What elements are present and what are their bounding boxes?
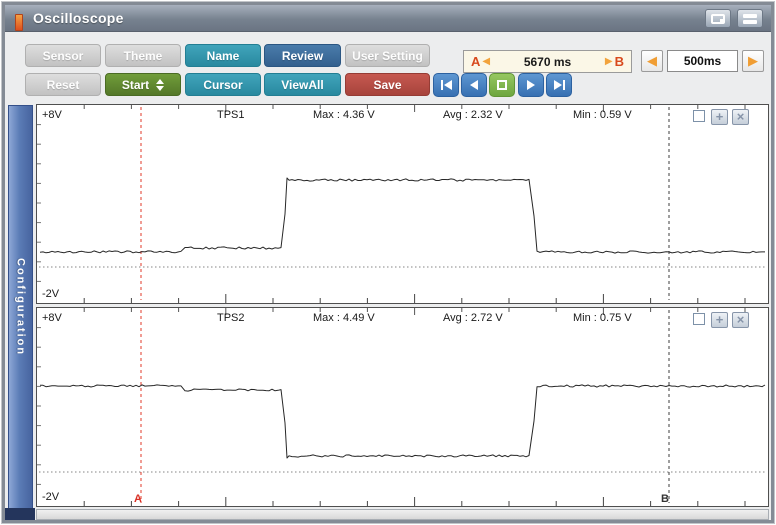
ch1-min: Min : 0.59 V — [573, 109, 632, 121]
interval-increase-button[interactable]: ▶ — [742, 50, 764, 72]
user-setting-button[interactable]: User Setting — [345, 44, 430, 67]
theme-button[interactable]: Theme — [105, 44, 181, 67]
sidebar-cap — [5, 508, 35, 520]
skip-start-button[interactable] — [433, 73, 459, 97]
step-back-button[interactable] — [461, 73, 487, 97]
ch2-avg: Avg : 2.72 V — [443, 312, 503, 324]
channel-2-panel: +8V TPS2 Max : 4.49 V Avg : 2.72 V Min :… — [36, 307, 769, 507]
name-button[interactable]: Name — [185, 44, 261, 67]
cursor-a-marker[interactable]: A — [134, 493, 142, 505]
tile-glyph — [743, 13, 757, 24]
ch2-min: Min : 0.75 V — [573, 312, 632, 324]
ch1-top-scale: +8V — [42, 109, 62, 121]
start-button[interactable]: Start — [105, 73, 181, 96]
start-button-label: Start — [121, 77, 150, 92]
channel-1-panel: +8V TPS1 Max : 4.36 V Avg : 2.32 V Min :… — [36, 104, 769, 304]
start-spinner-icon[interactable] — [156, 78, 165, 91]
ch2-zoom-button[interactable]: + — [711, 312, 728, 328]
cursor-button[interactable]: Cursor — [185, 73, 261, 96]
waveform-trace — [39, 177, 765, 254]
channel-1-plot — [37, 105, 766, 303]
review-button[interactable]: Review — [264, 44, 341, 67]
stop-button[interactable] — [489, 73, 515, 97]
sensor-button[interactable]: Sensor — [25, 44, 101, 67]
cursor-b-label: B — [614, 54, 624, 69]
configuration-tab-label: Configuration — [14, 257, 27, 357]
oscilloscope-app: Oscilloscope Sensor Theme Name Review Us… — [0, 0, 776, 525]
interval-decrease-button[interactable]: ◀ — [641, 50, 663, 72]
waveform-trace — [40, 384, 766, 459]
ch1-close-button[interactable]: × — [732, 109, 749, 125]
ch1-zoom-button[interactable]: + — [711, 109, 728, 125]
title-bar: Oscilloscope — [5, 5, 771, 32]
window-glyph — [711, 13, 725, 24]
reset-button[interactable]: Reset — [25, 73, 101, 96]
a-left-arrow-icon[interactable]: ◀ — [482, 56, 490, 67]
ab-time-readout: A ◀ 5670 ms ▶ B — [463, 50, 632, 73]
ch2-close-button[interactable]: × — [732, 312, 749, 328]
view-all-button[interactable]: ViewAll — [264, 73, 341, 96]
channel-2-plot — [37, 308, 766, 506]
cursor-a-label: A — [471, 54, 481, 69]
ch1-max: Max : 4.36 V — [313, 109, 375, 121]
ch2-top-scale: +8V — [42, 312, 62, 324]
app-icon — [15, 14, 23, 31]
window-mode-icon[interactable] — [705, 9, 731, 28]
cursor-b-marker[interactable]: B — [661, 493, 669, 505]
play-button[interactable] — [518, 73, 544, 97]
left-arrow-icon: ◀ — [647, 53, 657, 68]
save-button[interactable]: Save — [345, 73, 430, 96]
configuration-tab[interactable]: Configuration — [8, 105, 33, 509]
ch2-bottom-scale: -2V — [42, 491, 60, 503]
ch2-max: Max : 4.49 V — [313, 312, 375, 324]
ch1-name: TPS1 — [217, 109, 245, 121]
skip-end-button[interactable] — [546, 73, 572, 97]
ch2-name: TPS2 — [217, 312, 245, 324]
ch1-select-checkbox[interactable] — [693, 110, 705, 122]
ch1-bottom-scale: -2V — [42, 288, 60, 300]
window-title: Oscilloscope — [33, 10, 124, 26]
ch2-select-checkbox[interactable] — [693, 313, 705, 325]
tile-layout-icon[interactable] — [737, 9, 763, 28]
ch1-avg: Avg : 2.32 V — [443, 109, 503, 121]
window-glyph-dot — [720, 18, 723, 22]
horizontal-scrollbar[interactable] — [36, 509, 769, 520]
ab-time-value: 5670 ms — [523, 54, 572, 69]
right-arrow-icon: ▶ — [748, 53, 758, 68]
b-right-arrow-icon[interactable]: ▶ — [605, 56, 613, 67]
interval-input[interactable] — [667, 50, 738, 72]
